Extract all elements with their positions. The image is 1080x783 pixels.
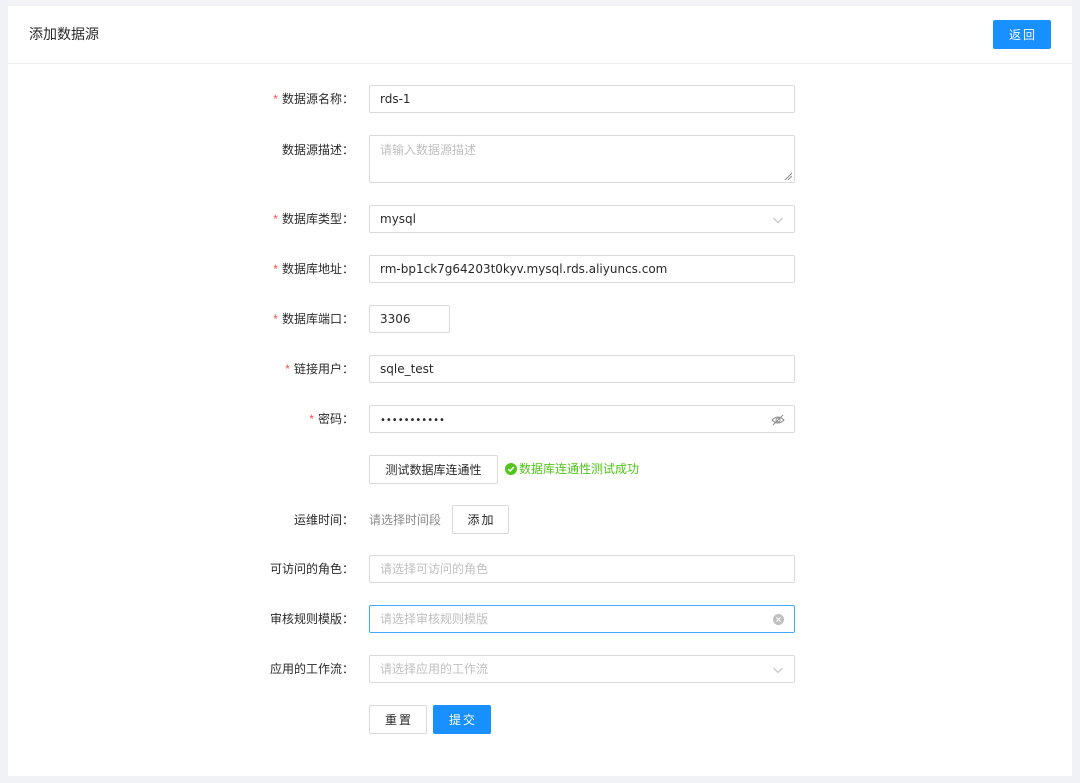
reset-button[interactable]: 重置	[369, 705, 427, 734]
chevron-down-icon	[773, 667, 783, 674]
password-value: •••••••••••	[380, 415, 445, 426]
maintenance-placeholder: 请选择时间段	[369, 513, 442, 527]
rule-template-placeholder: 请选择审核规则模版	[380, 612, 489, 626]
workflow-label: 应用的工作流：	[269, 662, 354, 676]
rule-template-select[interactable]: 请选择审核规则模版	[369, 605, 795, 633]
check-circle-icon	[505, 463, 517, 475]
maintenance-label: 运维时间：	[293, 513, 354, 527]
roles-select[interactable]: 请选择可访问的角色	[369, 555, 795, 583]
desc-textarea[interactable]: 请输入数据源描述	[369, 135, 795, 183]
password-label: * 密码：	[309, 412, 354, 426]
add-time-button[interactable]: 添加	[452, 505, 509, 534]
test-connection-button[interactable]: 测试数据库连通性	[369, 455, 498, 484]
workflow-select[interactable]: 请选择应用的工作流	[369, 655, 795, 683]
db-type-value: mysql	[380, 212, 416, 226]
workflow-placeholder: 请选择应用的工作流	[380, 662, 489, 676]
submit-button[interactable]: 提交	[433, 705, 491, 734]
name-input[interactable]: rds-1	[369, 85, 795, 113]
back-button[interactable]: 返回	[993, 20, 1051, 49]
clear-circle-icon[interactable]	[773, 614, 784, 625]
page-title: 添加数据源	[29, 27, 99, 43]
user-input[interactable]: sqle_test	[369, 355, 795, 383]
rule-template-label: 审核规则模版：	[269, 612, 354, 626]
chevron-down-icon	[773, 217, 783, 224]
eye-invisible-icon[interactable]	[771, 414, 785, 426]
db-type-label: * 数据库类型：	[273, 212, 354, 226]
roles-label: 可访问的角色：	[269, 562, 354, 576]
desc-placeholder: 请输入数据源描述	[380, 143, 477, 157]
form-card: 添加数据源 返回 * 数据源名称： rds-1 数据源描述： 请输入数据源描述 *…	[8, 6, 1072, 776]
test-result-text: 数据库连通性测试成功	[519, 462, 640, 476]
test-result: 数据库连通性测试成功	[505, 462, 639, 476]
host-input[interactable]: rm-bp1ck7g64203t0kyv.mysql.rds.aliyuncs.…	[369, 255, 795, 283]
password-input[interactable]: •••••••••••	[369, 405, 795, 433]
roles-placeholder: 请选择可访问的角色	[380, 562, 489, 576]
desc-label: 数据源描述：	[281, 143, 354, 157]
port-input[interactable]: 3306	[369, 305, 450, 333]
port-label: * 数据库端口：	[273, 312, 354, 326]
user-label: * 链接用户：	[285, 362, 354, 376]
name-label: * 数据源名称：	[273, 92, 354, 106]
card-header: 添加数据源 返回	[8, 6, 1072, 64]
host-label: * 数据库地址：	[273, 262, 354, 276]
resize-handle-icon[interactable]	[784, 172, 792, 180]
db-type-select[interactable]: mysql	[369, 205, 795, 233]
